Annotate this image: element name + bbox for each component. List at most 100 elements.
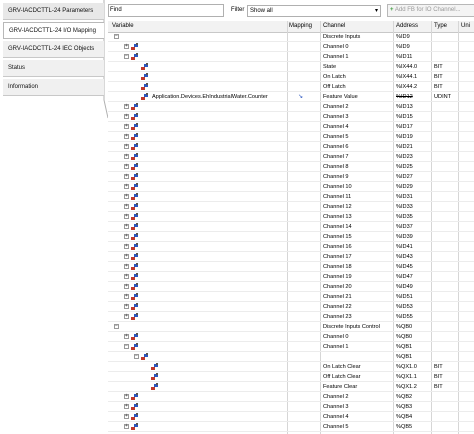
column-header-mapping[interactable]: Mapping — [289, 23, 312, 29]
expand-icon[interactable]: + — [124, 404, 129, 409]
collapse-icon[interactable]: − — [114, 324, 119, 329]
expand-icon[interactable]: + — [124, 234, 129, 239]
expand-icon[interactable]: + — [124, 44, 129, 49]
table-row[interactable]: + Channel 20 %ID49 — [108, 283, 474, 292]
expand-icon[interactable]: + — [124, 104, 129, 109]
expand-icon[interactable]: + — [124, 224, 129, 229]
collapse-icon[interactable]: − — [114, 34, 119, 39]
column-header-address[interactable]: Address — [396, 23, 418, 29]
expand-icon[interactable]: + — [124, 424, 129, 429]
table-row[interactable]: + Channel 15 %ID39 — [108, 233, 474, 242]
table-row[interactable]: State %IX44.0 BIT — [108, 63, 474, 72]
expand-icon[interactable]: + — [124, 134, 129, 139]
table-row[interactable]: + Channel 2 %ID13 — [108, 103, 474, 112]
expand-icon[interactable]: + — [124, 114, 129, 119]
io-channel-icon — [131, 103, 140, 111]
expand-icon[interactable]: + — [124, 314, 129, 319]
table-row[interactable]: + Channel 0 %ID9 — [108, 43, 474, 52]
table-row[interactable]: − Channel 1 %QB1 — [108, 343, 474, 352]
table-row[interactable]: + Channel 8 %ID25 — [108, 163, 474, 172]
table-row[interactable]: Off Latch Clear %QX1.1 BIT — [108, 373, 474, 382]
expand-icon[interactable]: + — [124, 334, 129, 339]
table-row[interactable]: + Channel 0 %QB0 — [108, 333, 474, 342]
filter-select[interactable]: Show all ▾ — [247, 5, 381, 17]
table-row[interactable]: Off Latch %IX44.2 BIT — [108, 83, 474, 92]
expand-icon[interactable]: + — [124, 184, 129, 189]
mapping-existing-variable-icon: ↘ — [298, 94, 304, 100]
io-channel-icon — [151, 363, 160, 371]
table-row[interactable]: + Channel 21 %ID51 — [108, 293, 474, 302]
io-channel-icon — [131, 123, 140, 131]
expand-icon[interactable]: + — [124, 124, 129, 129]
add-fb-button[interactable]: + Add FB for IO Channel... — [387, 4, 474, 17]
expand-icon[interactable]: + — [124, 294, 129, 299]
expand-icon[interactable]: + — [124, 274, 129, 279]
table-row[interactable]: Application.Devices.EhIndustrialWater.Co… — [108, 93, 474, 102]
address-cell: %ID31 — [396, 194, 413, 200]
collapse-icon[interactable]: − — [124, 344, 129, 349]
type-cell: UDINT — [434, 94, 452, 100]
address-cell: %ID9 — [396, 44, 410, 50]
column-header-variable[interactable]: Variable — [112, 23, 134, 29]
address-cell: %ID27 — [396, 174, 413, 180]
table-row[interactable]: + Channel 2 %QB2 — [108, 393, 474, 402]
expand-icon[interactable]: + — [124, 394, 129, 399]
column-header-unit[interactable]: Uni — [461, 23, 470, 29]
table-row[interactable]: Feature Clear %QX1.2 BIT — [108, 383, 474, 392]
expand-icon[interactable]: + — [124, 204, 129, 209]
column-header-type[interactable]: Type — [434, 23, 447, 29]
table-row[interactable]: + Channel 5 %ID19 — [108, 133, 474, 142]
table-row[interactable]: + Channel 12 %ID33 — [108, 203, 474, 212]
table-row[interactable]: − Channel 1 %ID11 — [108, 53, 474, 62]
table-row[interactable]: + Channel 23 %ID55 — [108, 313, 474, 322]
table-row[interactable]: + Channel 10 %ID29 — [108, 183, 474, 192]
table-row[interactable]: + Channel 5 %QB5 — [108, 423, 474, 432]
table-row[interactable]: − %QB1 — [108, 353, 474, 362]
expand-icon[interactable]: + — [124, 214, 129, 219]
table-row[interactable]: On Latch Clear %QX1.0 BIT — [108, 363, 474, 372]
table-row[interactable]: + Channel 14 %ID37 — [108, 223, 474, 232]
tab-io-mapping[interactable]: GRV-IACDCTTL-24 I/O Mapping — [3, 22, 104, 39]
table-row[interactable]: + Channel 4 %ID17 — [108, 123, 474, 132]
variable-cell[interactable]: Application.Devices.EhIndustrialWater.Co… — [152, 94, 268, 100]
expand-icon[interactable]: + — [124, 154, 129, 159]
table-row[interactable]: + Channel 3 %QB3 — [108, 403, 474, 412]
tab-iec-objects[interactable]: GRV-IACDCTTL-24 IEC Objects — [3, 41, 104, 58]
expand-icon[interactable]: + — [124, 244, 129, 249]
table-row[interactable]: − Discrete Inputs Control %QB0 — [108, 323, 474, 332]
type-cell: BIT — [434, 74, 443, 80]
table-row[interactable]: + Channel 3 %ID15 — [108, 113, 474, 122]
table-row[interactable]: + Channel 7 %ID23 — [108, 153, 474, 162]
table-row[interactable]: + Channel 17 %ID43 — [108, 253, 474, 262]
table-row[interactable]: + Channel 18 %ID45 — [108, 263, 474, 272]
expand-icon[interactable]: + — [124, 144, 129, 149]
find-input[interactable] — [108, 4, 224, 17]
collapse-icon[interactable]: − — [124, 54, 129, 59]
expand-icon[interactable]: + — [124, 414, 129, 419]
table-row[interactable]: + Channel 19 %ID47 — [108, 273, 474, 282]
table-row[interactable]: On Latch %IX44.1 BIT — [108, 73, 474, 82]
channel-cell: Channel 2 — [323, 104, 349, 110]
table-row[interactable]: + Channel 11 %ID31 — [108, 193, 474, 202]
table-row[interactable]: + Channel 4 %QB4 — [108, 413, 474, 422]
mapping-toolbar: Find Filter Show all ▾ + Add FB for IO C… — [108, 4, 474, 18]
tab-status[interactable]: Status — [3, 60, 104, 77]
expand-icon[interactable]: + — [124, 174, 129, 179]
tab-parameters[interactable]: GRV-IACDCTTL-24 Parameters — [3, 3, 104, 20]
table-row[interactable]: − Discrete Inputs %ID9 — [108, 33, 474, 42]
io-channel-icon — [131, 313, 140, 321]
column-header-channel[interactable]: Channel — [323, 23, 345, 29]
table-row[interactable]: + Channel 6 %ID21 — [108, 143, 474, 152]
tab-information[interactable]: Information — [3, 79, 104, 96]
expand-icon[interactable]: + — [124, 304, 129, 309]
expand-icon[interactable]: + — [124, 284, 129, 289]
expand-icon[interactable]: + — [124, 164, 129, 169]
table-row[interactable]: + Channel 13 %ID35 — [108, 213, 474, 222]
table-row[interactable]: + Channel 22 %ID53 — [108, 303, 474, 312]
table-row[interactable]: + Channel 16 %ID41 — [108, 243, 474, 252]
expand-icon[interactable]: + — [124, 194, 129, 199]
expand-icon[interactable]: + — [124, 254, 129, 259]
expand-icon[interactable]: + — [124, 264, 129, 269]
table-row[interactable]: + Channel 9 %ID27 — [108, 173, 474, 182]
collapse-icon[interactable]: − — [134, 354, 139, 359]
